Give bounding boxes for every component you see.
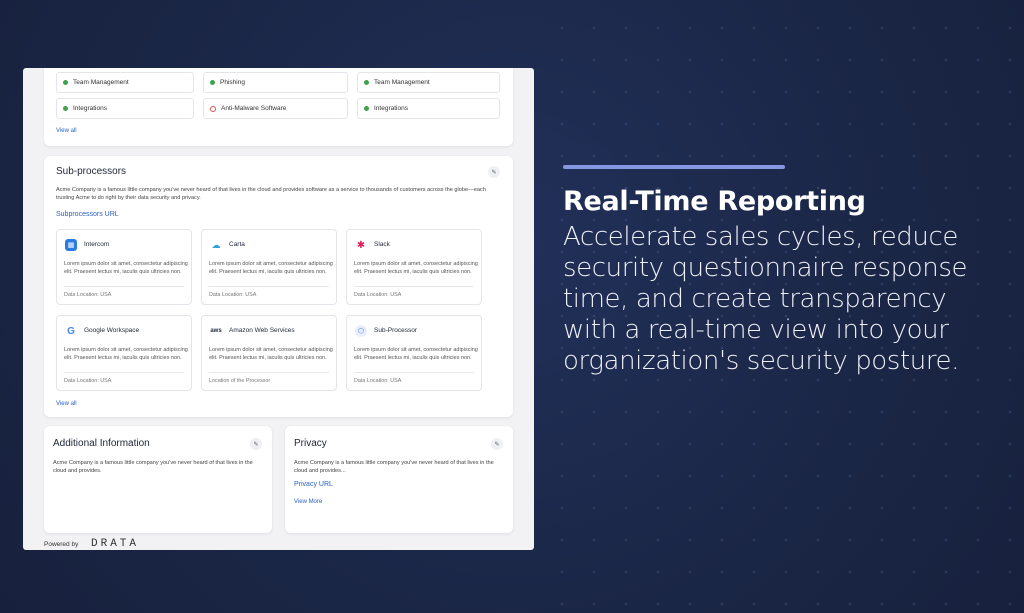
edit-icon[interactable]: ✎ [488, 166, 500, 178]
vendor-name: Slack [374, 241, 390, 248]
vendor-name: Google Workspace [84, 327, 140, 334]
control-pill[interactable]: Team Management [56, 72, 194, 93]
intercom-icon: ▦ [65, 239, 77, 251]
pill-label: Phishing [220, 79, 245, 86]
card-title: Additional Information [53, 438, 150, 449]
status-ok-icon [63, 80, 68, 85]
subprocessors-url-link[interactable]: Subprocessors URL [56, 211, 119, 218]
vendor-location: Data Location: USA [64, 378, 112, 384]
view-all-link[interactable]: View all [56, 401, 77, 407]
vendor-body: Lorem ipsum dolor sit amet, consectetur … [354, 261, 478, 275]
accent-line [563, 165, 785, 169]
vendor-name: Carta [229, 241, 245, 248]
vendor-location: Location of the Processor [209, 378, 271, 384]
vendor-body: Lorem ipsum dolor sit amet, consectetur … [209, 347, 333, 361]
status-ok-icon [364, 106, 369, 111]
vendor-card[interactable]: ▦ Intercom Lorem ipsum dolor sit amet, c… [56, 229, 192, 305]
vendor-card[interactable]: ⬡ Sub-Processor Lorem ipsum dolor sit am… [346, 315, 482, 391]
vendor-location: Data Location: USA [354, 378, 402, 384]
vendor-body: Lorem ipsum dolor sit amet, consectetur … [354, 347, 478, 361]
vendor-name: Amazon Web Services [229, 327, 295, 334]
carta-icon: ☁ [211, 239, 221, 250]
privacy-url-link[interactable]: Privacy URL [294, 481, 333, 488]
status-ok-icon [63, 106, 68, 111]
vendor-body: Lorem ipsum dolor sit amet, consectetur … [64, 347, 188, 361]
divider [209, 286, 329, 287]
sub-processor-icon: ⬡ [355, 325, 367, 337]
vendor-card[interactable]: G Google Workspace Lorem ipsum dolor sit… [56, 315, 192, 391]
pill-label: Team Management [73, 79, 129, 86]
view-all-link[interactable]: View all [56, 128, 77, 134]
divider [64, 372, 184, 373]
vendor-location: Data Location: USA [209, 292, 257, 298]
vendor-card[interactable]: ☁ Carta Lorem ipsum dolor sit amet, cons… [201, 229, 337, 305]
card-title: Privacy [294, 438, 327, 449]
controls-card: Team Management Phishing Team Management… [44, 68, 513, 146]
status-ok-icon [364, 80, 369, 85]
control-pill[interactable]: Team Management [357, 72, 500, 93]
trust-center-panel: Team Management Phishing Team Management… [23, 68, 534, 550]
google-icon: G [67, 325, 75, 337]
edit-icon[interactable]: ✎ [491, 438, 503, 450]
pill-label: Integrations [73, 105, 107, 112]
control-pill[interactable]: Integrations [56, 98, 194, 119]
divider [209, 372, 329, 373]
vendor-body: Lorem ipsum dolor sit amet, consectetur … [209, 261, 333, 275]
divider [64, 286, 184, 287]
card-description: Acme Company is a famous little company … [56, 187, 486, 201]
marketing-body: Accelerate sales cycles, reduce security… [563, 222, 968, 376]
vendor-card[interactable]: ✱ Slack Lorem ipsum dolor sit amet, cons… [346, 229, 482, 305]
control-pill[interactable]: Phishing [203, 72, 348, 93]
powered-by-label: Powered by [44, 541, 79, 548]
card-description: Acme Company is a famous little company … [294, 460, 494, 474]
pill-label: Team Management [374, 79, 430, 86]
aws-icon: aws [210, 328, 222, 334]
divider [354, 286, 474, 287]
pill-label: Integrations [374, 105, 408, 112]
divider [354, 372, 474, 373]
card-title: Sub-processors [56, 166, 127, 177]
vendor-location: Data Location: USA [354, 292, 402, 298]
vendor-name: Sub-Processor [374, 327, 417, 334]
edit-icon[interactable]: ✎ [250, 438, 262, 450]
subprocessors-card: Sub-processors ✎ Acme Company is a famou… [44, 156, 513, 417]
control-pill[interactable]: Integrations [357, 98, 500, 119]
vendor-body: Lorem ipsum dolor sit amet, consectetur … [64, 261, 188, 275]
vendor-card[interactable]: aws Amazon Web Services Lorem ipsum dolo… [201, 315, 337, 391]
view-more-link[interactable]: View More [294, 499, 322, 505]
slack-icon: ✱ [356, 239, 366, 251]
drata-logo[interactable]: DRATA [91, 538, 139, 550]
vendor-location: Data Location: USA [64, 292, 112, 298]
pill-label: Anti-Malware Software [221, 105, 287, 112]
privacy-card: Privacy ✎ Acme Company is a famous littl… [285, 426, 513, 533]
vendor-name: Intercom [84, 241, 110, 248]
control-pill[interactable]: Anti-Malware Software [203, 98, 348, 119]
status-ok-icon [210, 80, 215, 85]
status-fail-icon [210, 105, 216, 112]
card-description: Acme Company is a famous little company … [53, 460, 253, 474]
marketing-heading: Real-Time Reporting [563, 186, 866, 217]
additional-info-card: Additional Information ✎ Acme Company is… [44, 426, 272, 533]
